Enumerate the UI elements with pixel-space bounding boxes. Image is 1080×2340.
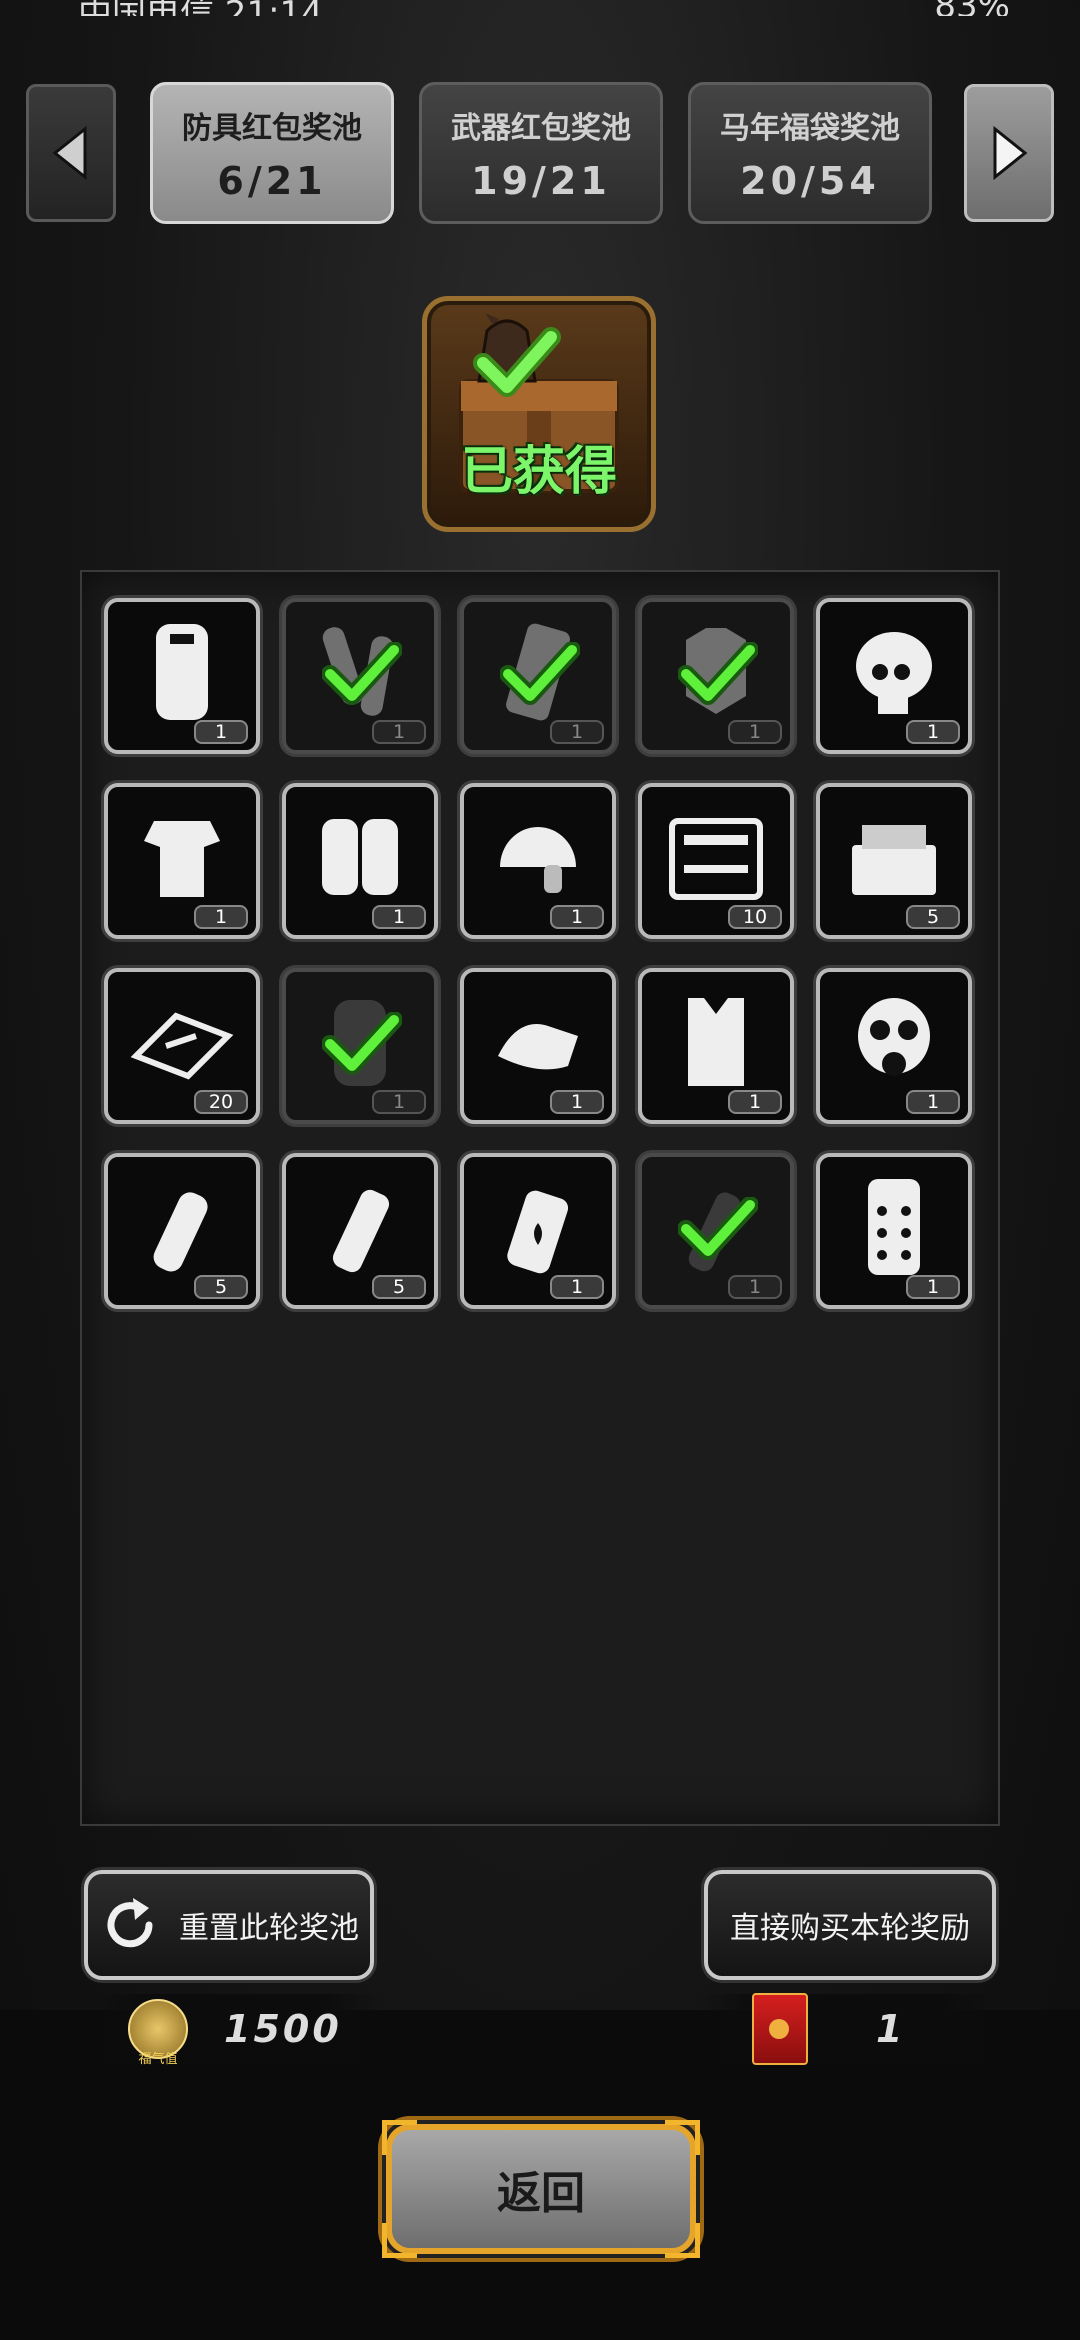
reward-item[interactable]: 5 [282,1153,438,1309]
item-quantity: 1 [728,1090,782,1114]
grand-prize-chest: 已获得 [422,296,656,532]
item-quantity: 1 [728,720,782,744]
corner-ornament [382,2120,417,2155]
reward-item[interactable]: 1 [460,968,616,1124]
item-quantity: 5 [372,1275,426,1299]
item-quantity: 1 [372,905,426,929]
tab-name: 防具红包奖池 [182,111,362,146]
redpack-count-display: 1 [700,1993,1000,2065]
checkmark-icon [322,1012,402,1075]
reward-item[interactable]: 1 [816,968,972,1124]
reset-pool-label: 重置此轮奖池 [179,1911,359,1946]
fortune-value-display: 福气值 1500 [90,1994,380,2067]
item-quantity: 1 [550,1275,604,1299]
reward-item[interactable]: 20 [104,968,260,1124]
item-quantity: 1 [550,1090,604,1114]
riot-shield-icon [156,624,208,720]
item-quantity: 1 [372,720,426,744]
reward-item[interactable]: 1 [282,598,438,754]
item-quantity: 1 [906,1275,960,1299]
arrow-right-icon [993,125,1028,181]
item-quantity: 5 [194,1275,248,1299]
fortune-value: 1500 [224,2007,342,2051]
reward-item[interactable]: 1 [460,1153,616,1309]
tab-count: 20/54 [740,159,880,203]
arrow-left-icon [52,125,87,181]
buy-round-reward-label: 直接购买本轮奖励 [730,1911,970,1946]
item-quantity: 1 [372,1090,426,1114]
combat-helmet-icon [500,827,576,893]
vest-icon [688,998,744,1086]
gloves-icon [498,1024,578,1070]
back-button[interactable]: 返回 [382,2120,700,2258]
fortune-label: 福气值 [138,2052,178,2067]
item-quantity: 20 [194,1090,248,1114]
tactical-suit-icon [144,821,220,897]
corner-ornament [382,2223,417,2258]
reward-item[interactable]: 1 [816,1153,972,1309]
tab-armor-pool[interactable]: 防具红包奖池 6/21 [150,82,394,224]
reward-item[interactable]: 5 [816,783,972,939]
item-quantity: 10 [728,905,782,929]
reward-item[interactable]: 1 [282,968,438,1124]
reward-item[interactable]: 1 [460,598,616,754]
tab-count: 6/21 [217,159,327,203]
reward-item[interactable]: 1 [638,1153,794,1309]
checkmark-icon [678,642,758,705]
reward-item[interactable]: 1 [460,783,616,939]
item-quantity: 1 [194,720,248,744]
corner-ornament [665,2120,700,2155]
status-carrier-time: 中国电信 21:14 [78,0,323,16]
reward-item[interactable]: 5 [104,1153,260,1309]
tab-weapon-pool[interactable]: 武器红包奖池 19/21 [419,82,663,224]
item-quantity: 1 [550,905,604,929]
item-quantity: 1 [906,720,960,744]
skull-helmet-icon [856,632,932,714]
flashbang-icon [332,1189,390,1273]
item-quantity: 1 [728,1275,782,1299]
reward-item[interactable]: 1 [816,598,972,754]
buy-round-reward-button[interactable]: 直接购买本轮奖励 [704,1870,996,1980]
item-quantity: 5 [906,905,960,929]
status-bar: 中国电信 21:14 83% [0,0,1080,16]
tool-case-icon [669,818,763,900]
reward-item[interactable]: 10 [638,783,794,939]
corner-ornament [665,2223,700,2258]
checkmark-icon [500,642,580,705]
repair-kit-icon [130,1012,234,1080]
checkmark-icon [678,1197,758,1260]
obtained-label: 已获得 [460,442,617,502]
toolbox-icon [852,825,936,895]
item-quantity: 1 [906,1090,960,1114]
refresh-icon [107,1898,153,1948]
reward-item[interactable]: 1 [282,783,438,939]
reward-item[interactable]: 1 [638,968,794,1124]
redpack-count: 1 [876,2007,906,2051]
knee-pads-icon [322,819,398,895]
gas-mask-icon [858,998,930,1076]
reset-pool-button[interactable]: 重置此轮奖池 [84,1870,374,1980]
fortune-coin-icon: 福气值 [128,1999,188,2067]
item-quantity: 1 [194,905,248,929]
tab-name: 马年福袋奖池 [720,111,900,146]
back-label: 返回 [497,2168,585,2219]
tab-horse-year-pool[interactable]: 马年福袋奖池 20/54 [688,82,932,224]
reward-item[interactable]: 1 [104,783,260,939]
status-battery: 83% [934,0,1010,16]
reward-item[interactable]: 1 [104,598,260,754]
prev-pool-button[interactable] [26,84,116,222]
incendiary-icon [507,1190,569,1274]
item-quantity: 1 [550,720,604,744]
reward-item[interactable]: 1 [638,598,794,754]
grenade-icon [153,1192,208,1272]
checkmark-icon [322,642,402,705]
red-envelope-icon [752,1993,808,2065]
tab-count: 19/21 [471,159,611,203]
tab-name: 武器红包奖池 [451,111,631,146]
next-pool-button[interactable] [964,84,1054,222]
ceramic-plate-icon [868,1179,920,1275]
